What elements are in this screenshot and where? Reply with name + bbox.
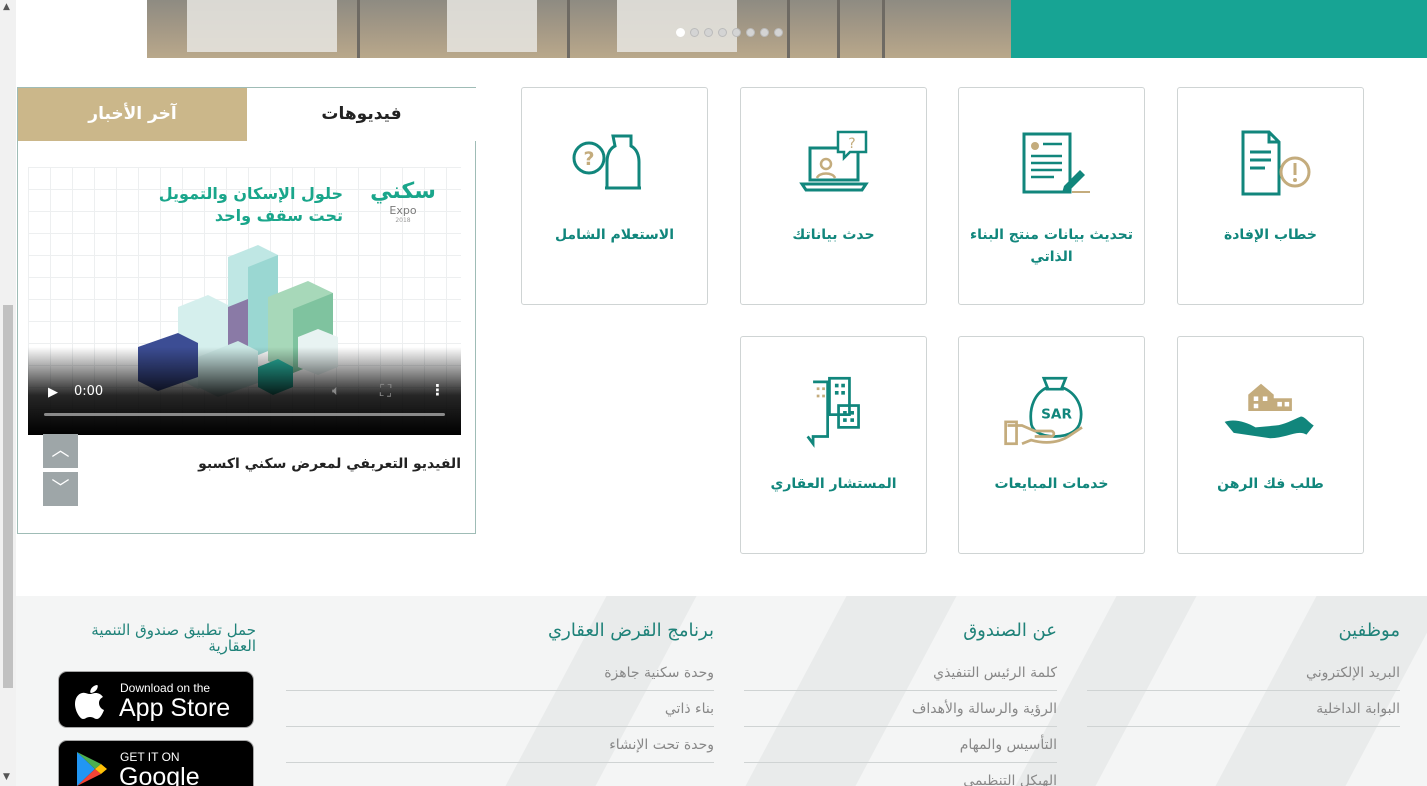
scroll-down-arrow[interactable]: ▼	[3, 772, 10, 782]
footer-link[interactable]: التأسيس والمهام	[744, 727, 1057, 763]
tab-latest-news[interactable]: آخر الأخبار	[18, 88, 247, 141]
svg-text:?: ?	[848, 136, 855, 152]
google-play-icon	[77, 752, 107, 786]
app-store-button[interactable]: Download on the App Store	[58, 671, 254, 728]
footer-link[interactable]: الهيكل التنظيمي	[744, 763, 1057, 786]
service-card-real-estate-advisor[interactable]: المستشار العقاري	[740, 336, 927, 554]
footer-link[interactable]: البوابة الداخلية	[1087, 691, 1400, 727]
footer-link[interactable]: بناء ذاتي	[286, 691, 714, 727]
volume-icon[interactable]: 🔈︎	[332, 383, 340, 399]
service-label: المستشار العقاري	[770, 476, 897, 492]
scroll-thumb[interactable]	[3, 305, 13, 688]
video-controls: ▶ 0:00 🔈︎ ⛶ ⋮	[28, 347, 461, 435]
document-edit-icon	[1022, 132, 1090, 194]
video-thumbnail-title: حلول الإسكان والتمويل تحت سقف واحد	[159, 183, 343, 227]
footer-column-title: موظفين	[1338, 620, 1400, 641]
laptop-question-icon: ?	[798, 130, 869, 192]
apple-icon	[75, 685, 104, 719]
video-title-line2: تحت سقف واحد	[214, 206, 343, 225]
service-card-mortgage-release[interactable]: طلب فك الرهن	[1177, 336, 1364, 554]
video-progress-bar[interactable]	[44, 413, 445, 416]
app-store-big-text: App Store	[119, 694, 231, 722]
hero-teal-panel	[1011, 0, 1427, 58]
fullscreen-icon[interactable]: ⛶	[380, 381, 391, 401]
brand-sub: Expo	[389, 204, 417, 217]
inquiry-question-icon: ?	[572, 134, 641, 190]
sar-money-bag-icon: SAR	[1003, 376, 1083, 446]
carousel-dot[interactable]	[774, 28, 783, 37]
carousel-dot[interactable]	[704, 28, 713, 37]
service-card-sales-services[interactable]: SAR خدمات المبايعات	[958, 336, 1145, 554]
tab-videos[interactable]: فيديوهات	[247, 88, 476, 141]
letter-exclamation-icon	[1241, 130, 1310, 196]
google-play-big-text: Google Play	[119, 763, 200, 786]
more-options-icon[interactable]: ⋮	[430, 381, 445, 399]
site-footer: موظفين البريد الإلكتروني البوابة الداخلي…	[16, 596, 1427, 786]
service-label: تحديث بيانات منتج البناء الذاتي	[969, 227, 1134, 265]
footer-column-title: عن الصندوق	[963, 620, 1057, 641]
hero-banner	[147, 0, 1427, 58]
service-label: طلب فك الرهن	[1217, 476, 1324, 492]
footer-link[interactable]: وحدة تحت الإنشاء	[286, 727, 714, 763]
service-label: حدث بياناتك	[792, 227, 875, 243]
carousel-dot[interactable]	[760, 28, 769, 37]
media-panel: فيديوهات آخر الأخبار حلول الإسكان والتمو…	[17, 87, 476, 534]
service-label: خطاب الإفادة	[1223, 227, 1318, 243]
video-player[interactable]: حلول الإسكان والتمويل تحت سقف واحد سكني …	[28, 167, 461, 435]
carousel-dots	[676, 28, 783, 37]
sakani-expo-logo: سكني Expo 2018	[363, 179, 443, 231]
hero-photo	[147, 0, 1011, 58]
play-icon[interactable]: ▶	[48, 385, 58, 400]
brand-name: سكني	[370, 179, 436, 204]
carousel-dot[interactable]	[718, 28, 727, 37]
video-caption[interactable]: الفيديو التعريفي لمعرض سكني اكسبو	[198, 456, 461, 472]
app-store-small-text: Download on the	[120, 681, 211, 695]
page-scrollbar[interactable]: ▲ ▼	[0, 0, 16, 786]
video-time: 0:00	[74, 384, 104, 399]
service-label: الاستعلام الشامل	[554, 227, 675, 243]
house-in-hand-icon	[1224, 383, 1314, 439]
footer-column-loan-program: برنامج القرض العقاري وحدة سكنية جاهزة بن…	[286, 620, 714, 763]
scroll-up-arrow[interactable]: ▲	[3, 2, 10, 12]
footer-link[interactable]: وحدة سكنية جاهزة	[286, 655, 714, 691]
service-card-update-data[interactable]: ? حدث بياناتك	[740, 87, 927, 305]
building-chat-icon	[806, 376, 860, 448]
service-label: خدمات المبايعات	[994, 476, 1109, 492]
chevron-down-icon[interactable]: ﹀	[43, 472, 78, 506]
service-card-full-inquiry[interactable]: ? الاستعلام الشامل	[521, 87, 708, 305]
brand-year: 2018	[395, 217, 411, 224]
carousel-dot[interactable]	[690, 28, 699, 37]
service-card-update-self-build[interactable]: تحديث بيانات منتج البناء الذاتي	[958, 87, 1145, 305]
google-play-small-text: GET IT ON	[120, 750, 180, 764]
footer-link[interactable]: كلمة الرئيس التنفيذي	[744, 655, 1057, 691]
svg-text:SAR: SAR	[1041, 406, 1072, 422]
app-download-label: حمل تطبيق صندوق التنمية العقارية	[91, 621, 256, 655]
footer-link[interactable]: الرؤية والرسالة والأهداف	[744, 691, 1057, 727]
service-card-benefit-letter[interactable]: خطاب الإفادة	[1177, 87, 1364, 305]
carousel-dot[interactable]	[676, 28, 685, 37]
svg-text:?: ?	[583, 148, 594, 170]
carousel-dot[interactable]	[732, 28, 741, 37]
footer-column-title: برنامج القرض العقاري	[548, 620, 714, 641]
chevron-up-icon[interactable]: ︿	[43, 434, 78, 468]
google-play-button[interactable]: GET IT ON Google Play	[58, 740, 254, 786]
footer-link[interactable]: البريد الإلكتروني	[1087, 655, 1400, 691]
video-title-line1: حلول الإسكان والتمويل	[158, 184, 343, 203]
footer-column-about-fund: عن الصندوق كلمة الرئيس التنفيذي الرؤية و…	[744, 620, 1057, 786]
footer-column-employees: موظفين البريد الإلكتروني البوابة الداخلي…	[1087, 620, 1400, 727]
carousel-dot[interactable]	[746, 28, 755, 37]
